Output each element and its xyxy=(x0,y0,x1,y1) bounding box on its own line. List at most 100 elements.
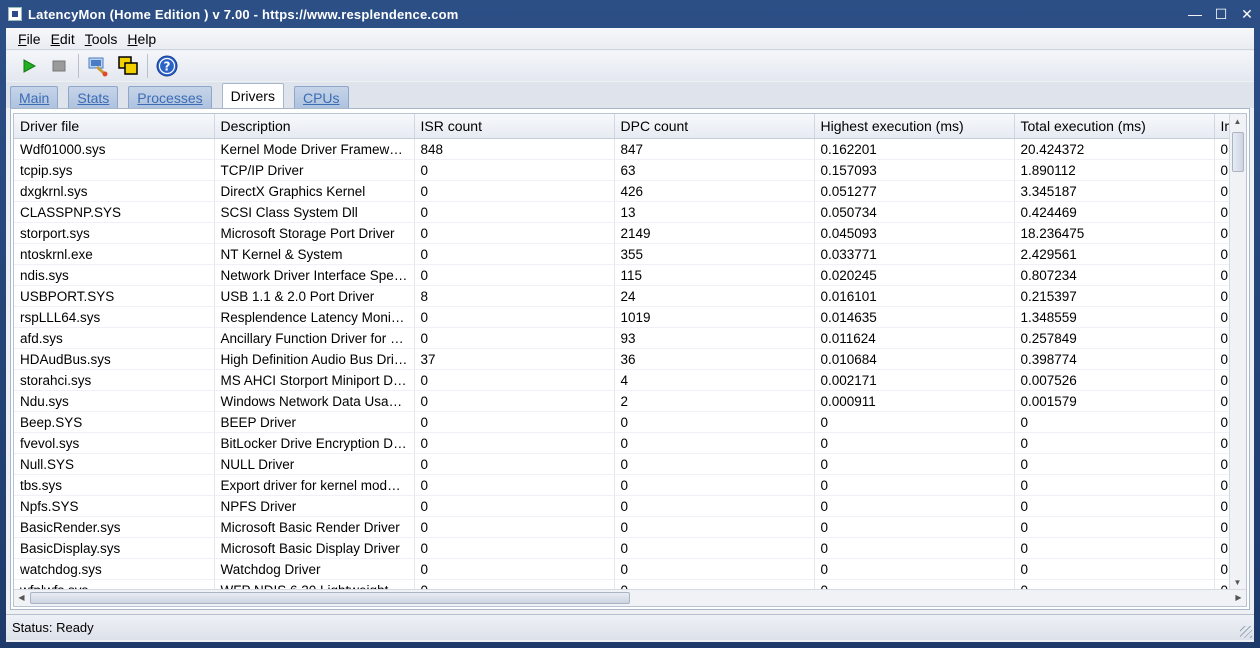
col-highest-execution-cell: 0.157093 xyxy=(814,159,1015,181)
table-row[interactable]: BasicDisplay.sys Microsoft Basic Display … xyxy=(14,537,1235,559)
col-isr-count-cell: 0 xyxy=(414,432,615,454)
start-monitor-button[interactable] xyxy=(16,53,42,79)
tab-stats[interactable]: Stats xyxy=(68,86,119,108)
title-bar[interactable]: LatencyMon (Home Edition ) v 7.00 - http… xyxy=(0,0,1260,28)
col-description-cell: Watchdog Driver xyxy=(214,558,415,580)
scroll-up-icon[interactable]: ▲ xyxy=(1230,114,1245,129)
table-row[interactable]: storport.sys Microsoft Storage Port Drive… xyxy=(14,222,1235,244)
col-highest-execution-cell: 0.014635 xyxy=(814,306,1015,328)
tab-drivers[interactable]: Drivers xyxy=(221,83,284,108)
col-total-execution-cell: 0.001579 xyxy=(1014,390,1215,412)
horizontal-scrollbar[interactable]: ◀ ▶ xyxy=(14,589,1246,606)
col-driver-file-cell: afd.sys xyxy=(14,327,215,349)
table-row[interactable]: HDAudBus.sys High Definition Audio Bus Dr… xyxy=(14,348,1235,370)
col-description-cell: NPFS Driver xyxy=(214,495,415,517)
table-row[interactable]: Ndu.sysWindows Network Data Usage Monito… xyxy=(14,390,1235,412)
tools-icon xyxy=(88,57,108,77)
table-row[interactable]: afd.sys Ancillary Function Driver for Win… xyxy=(14,327,1235,349)
col-total-execution-cell: 2.429561 xyxy=(1014,243,1215,265)
col-highest-execution-cell: 0.051277 xyxy=(814,180,1015,202)
tools-button[interactable] xyxy=(85,53,111,79)
maximize-button[interactable]: ☐ xyxy=(1208,4,1234,24)
col-total-execution-cell: 0 xyxy=(1014,432,1215,454)
col-description-cell: SCSI Class System Dll xyxy=(214,201,415,223)
table-row[interactable]: USBPORT.SYS USB 1.1 & 2.0 Port Driver 8 24 0… xyxy=(14,285,1235,307)
status-bar: Status: Ready xyxy=(6,614,1254,640)
col-total-execution-cell: 1.890112 xyxy=(1014,159,1215,181)
col-isr-count-cell: 8 xyxy=(414,285,615,307)
col-dpc-count-cell: 115 xyxy=(614,264,815,286)
table-row[interactable]: CLASSPNP.SYS SCSI Class System Dll 0 13 0.05… xyxy=(14,201,1235,223)
menu-edit[interactable]: Edit xyxy=(47,31,79,47)
col-description-cell: Microsoft Basic Display Driver xyxy=(214,537,415,559)
table-row[interactable]: Beep.SYS BEEP Driver 0 0 0 0 0x xyxy=(14,411,1235,433)
table-row[interactable]: storahci.sys MS AHCI Storport Miniport Dr… xyxy=(14,369,1235,391)
col-isr-count-cell: 0 xyxy=(414,201,615,223)
col-description-cell: BitLocker Drive Encryption Driver xyxy=(214,432,415,454)
table-row[interactable]: tbs.sys Export driver for kernel mode TPM… xyxy=(14,474,1235,496)
col-driver-file-cell: rspLLL64.sys xyxy=(14,306,215,328)
menu-bar: File Edit Tools Help xyxy=(6,28,1254,50)
scroll-right-icon[interactable]: ▶ xyxy=(1231,590,1246,605)
col-total-execution-cell: 3.345187 xyxy=(1014,180,1215,202)
windows-icon xyxy=(118,56,138,75)
col-dpc-count-header[interactable]: DPC count xyxy=(614,114,815,139)
window-title: LatencyMon (Home Edition ) v 7.00 - http… xyxy=(28,6,459,22)
play-icon xyxy=(23,59,37,73)
menu-file[interactable]: File xyxy=(14,31,45,47)
col-description-header[interactable]: Description xyxy=(214,114,415,139)
table-row[interactable]: ntoskrnl.exe NT Kernel & System 0 355 0.0337… xyxy=(14,243,1235,265)
stop-monitor-button[interactable] xyxy=(46,53,72,79)
table-row[interactable]: Wdf01000.sys Kernel Mode Driver Framework… xyxy=(14,138,1235,160)
tab-main[interactable]: Main xyxy=(10,86,59,108)
table-row[interactable]: fvevol.sys BitLocker Drive Encryption Dri… xyxy=(14,432,1235,454)
col-isr-count-cell: 0 xyxy=(414,159,615,181)
col-description-cell: Resplendence Latency Monitoring Driver xyxy=(214,306,415,328)
table-row[interactable]: Null.SYS NULL Driver 0 0 0 0 0x xyxy=(14,453,1235,475)
col-driver-file-cell: BasicRender.sys xyxy=(14,516,215,538)
client-area: File Edit Tools Help ? Main Stats Proces… xyxy=(6,28,1254,642)
table-row[interactable]: watchdog.sys Watchdog Driver 0 0 0 0 0x xyxy=(14,558,1235,580)
close-button[interactable]: ✕ xyxy=(1234,4,1260,24)
windows-button[interactable] xyxy=(115,53,141,79)
resize-grip[interactable] xyxy=(1240,626,1252,638)
col-total-execution-cell: 0.807234 xyxy=(1014,264,1215,286)
col-description-cell: NT Kernel & System xyxy=(214,243,415,265)
col-dpc-count-cell: 0 xyxy=(614,537,815,559)
col-dpc-count-cell: 13 xyxy=(614,201,815,223)
col-total-execution-cell: 0 xyxy=(1014,516,1215,538)
scroll-down-icon[interactable]: ▼ xyxy=(1230,575,1245,590)
tab-processes[interactable]: Processes xyxy=(128,86,212,108)
vertical-scroll-thumb[interactable] xyxy=(1232,132,1244,172)
col-driver-file-header[interactable]: Driver file xyxy=(14,114,215,139)
col-total-execution-header[interactable]: Total execution (ms) xyxy=(1014,114,1215,139)
tab-cpus[interactable]: CPUs xyxy=(293,86,349,108)
col-driver-file-cell: Npfs.SYS xyxy=(14,495,215,517)
vertical-scrollbar[interactable]: ▲ ▼ xyxy=(1229,114,1246,590)
table-row[interactable]: BasicRender.sys Microsoft Basic Render Dr… xyxy=(14,516,1235,538)
col-dpc-count-cell: 0 xyxy=(614,474,815,496)
col-highest-execution-cell: 0 xyxy=(814,537,1015,559)
col-highest-execution-cell: 0.011624 xyxy=(814,327,1015,349)
col-highest-execution-cell: 0.033771 xyxy=(814,243,1015,265)
col-isr-count-cell: 37 xyxy=(414,348,615,370)
col-driver-file-cell: ndis.sys xyxy=(14,264,215,286)
horizontal-scroll-thumb[interactable] xyxy=(30,592,630,604)
scroll-left-icon[interactable]: ◀ xyxy=(14,590,29,605)
col-driver-file-cell: storport.sys xyxy=(14,222,215,244)
table-row[interactable]: ndis.sys Network Driver Interface Specifi… xyxy=(14,264,1235,286)
table-row[interactable]: tcpip.sys TCP/IP Driver 0 63 0.157093 1.89011… xyxy=(14,159,1235,181)
table-row[interactable]: Npfs.SYS NPFS Driver 0 0 0 0 0x xyxy=(14,495,1235,517)
menu-tools[interactable]: Tools xyxy=(81,31,122,47)
help-icon: ? xyxy=(156,55,178,77)
col-driver-file-cell: ntoskrnl.exe xyxy=(14,243,215,265)
help-button[interactable]: ? xyxy=(154,53,180,79)
toolbar: ? xyxy=(6,51,1254,81)
col-isr-count-header[interactable]: ISR count xyxy=(414,114,615,139)
col-total-execution-cell: 1.348559 xyxy=(1014,306,1215,328)
table-row[interactable]: rspLLL64.sys Resplendence Latency Monitor… xyxy=(14,306,1235,328)
menu-help[interactable]: Help xyxy=(123,31,160,47)
table-row[interactable]: dxgkrnl.sys DirectX Graphics Kernel 0 426 0.… xyxy=(14,180,1235,202)
col-highest-execution-header[interactable]: Highest execution (ms) xyxy=(814,114,1015,139)
minimize-button[interactable]: — xyxy=(1182,4,1208,24)
